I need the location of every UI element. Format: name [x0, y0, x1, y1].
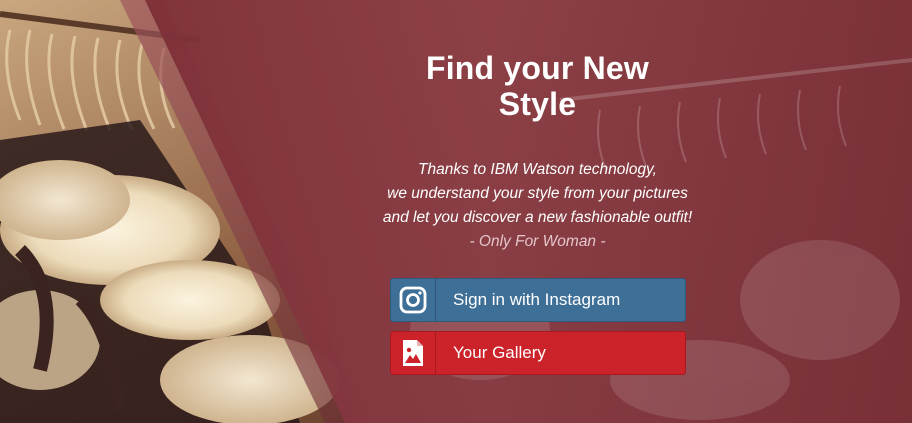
audience-note: - Only For Woman -: [469, 233, 606, 250]
description-line-3: and let you discover a new fashionable o…: [382, 209, 693, 226]
page-title: Find your New Style: [360, 50, 715, 122]
hero-description: Thanks to IBM Watson technology, we unde…: [360, 158, 715, 254]
sign-in-instagram-label: Sign in with Instagram: [453, 290, 621, 309]
your-gallery-label: Your Gallery: [453, 343, 546, 362]
title-line-2: Style: [498, 86, 577, 122]
image-icon: [391, 332, 436, 374]
hero-content: Find your New Style Thanks to IBM Watson…: [360, 0, 715, 423]
description-line-1: Thanks to IBM Watson technology,: [418, 161, 657, 178]
action-buttons: Sign in with Instagram Your Gallery: [390, 278, 686, 384]
instagram-icon: [391, 279, 436, 321]
description-line-2: we understand your style from your pictu…: [387, 185, 688, 202]
landing-hero: Find your New Style Thanks to IBM Watson…: [0, 0, 912, 423]
title-line-1: Find your New: [425, 50, 650, 86]
sign-in-instagram-button[interactable]: Sign in with Instagram: [390, 278, 686, 322]
your-gallery-button[interactable]: Your Gallery: [390, 331, 686, 375]
